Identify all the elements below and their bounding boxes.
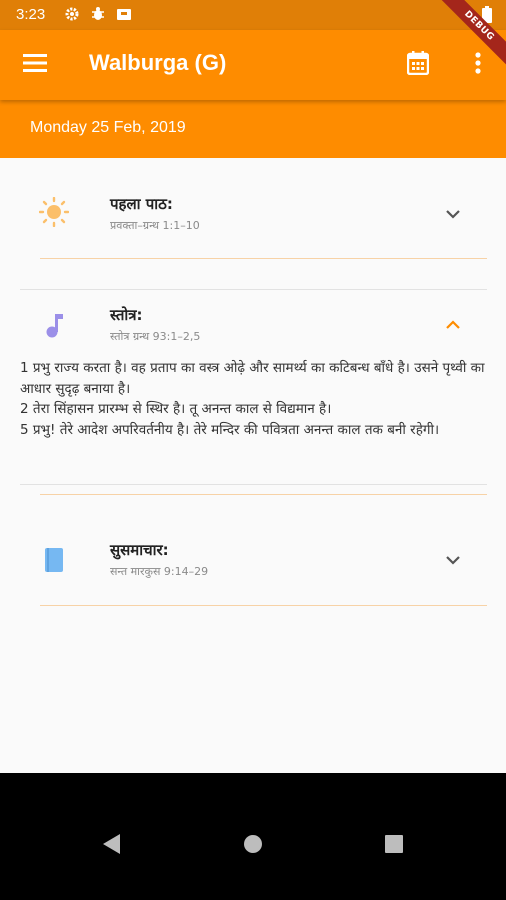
menu-button[interactable] [14, 45, 56, 85]
back-icon [100, 834, 122, 859]
app-bar: Walburga (G) [0, 30, 506, 100]
reading-reference: प्रवक्ता–ग्रन्थ 1:1–10 [110, 219, 200, 232]
date-bar: Monday 25 Feb, 2019 [0, 100, 506, 158]
system-nav-bar [0, 773, 506, 900]
bug-icon [90, 6, 106, 22]
collapse-button[interactable] [440, 311, 466, 337]
music-note-icon [38, 309, 70, 341]
expand-button[interactable] [440, 546, 466, 572]
sun-icon [38, 196, 70, 228]
date-label: Monday 25 Feb, 2019 [30, 119, 186, 136]
chevron-down-icon [445, 204, 461, 223]
calendar-icon [406, 51, 430, 79]
back-button[interactable] [100, 833, 122, 859]
page-title: Walburga (G) [89, 50, 227, 75]
reading-title: स्तोत्र: [110, 306, 143, 324]
divider [40, 605, 487, 606]
book-icon [38, 544, 70, 576]
verse-line: 1 प्रभु राज्य करता है। वह प्रताप का वस्त… [20, 360, 485, 397]
more-vert-icon [475, 52, 481, 78]
psalm-text: 1 प्रभु राज्य करता है। वह प्रताप का वस्त… [20, 358, 490, 440]
menu-icon [23, 54, 47, 76]
gear-icon [64, 6, 80, 22]
verse-line: 5 प्रभु! तेरे आदेश अपरिवर्तनीय है। तेरे … [20, 421, 440, 438]
status-bar: 3:23 [0, 0, 506, 30]
recents-icon [385, 835, 403, 857]
divider [40, 258, 487, 259]
app-screen: 3:23 DEBUG Walburga (G) Monday 25 Feb, 2… [0, 0, 506, 900]
chevron-down-icon [445, 550, 461, 569]
reading-title: सुसमाचार: [110, 541, 169, 559]
box-icon [116, 6, 132, 22]
reading-reference: स्तोत्र ग्रन्थ 93:1–2,5 [110, 330, 201, 343]
reading-reference: सन्त मारकुस 9:14–29 [110, 565, 209, 578]
recents-button[interactable] [385, 835, 403, 857]
home-icon [243, 835, 263, 858]
status-time: 3:23 [16, 6, 46, 23]
home-button[interactable] [243, 834, 263, 858]
verse-line: 2 तेरा सिंहासन प्रारम्भ से स्थिर है। तू … [20, 401, 332, 418]
calendar-button[interactable] [398, 45, 438, 85]
divider [20, 484, 487, 485]
reading-title: पहला पाठ: [110, 195, 173, 213]
divider [40, 494, 487, 495]
divider [20, 289, 487, 290]
expand-button[interactable] [440, 200, 466, 226]
chevron-up-icon [445, 315, 461, 334]
